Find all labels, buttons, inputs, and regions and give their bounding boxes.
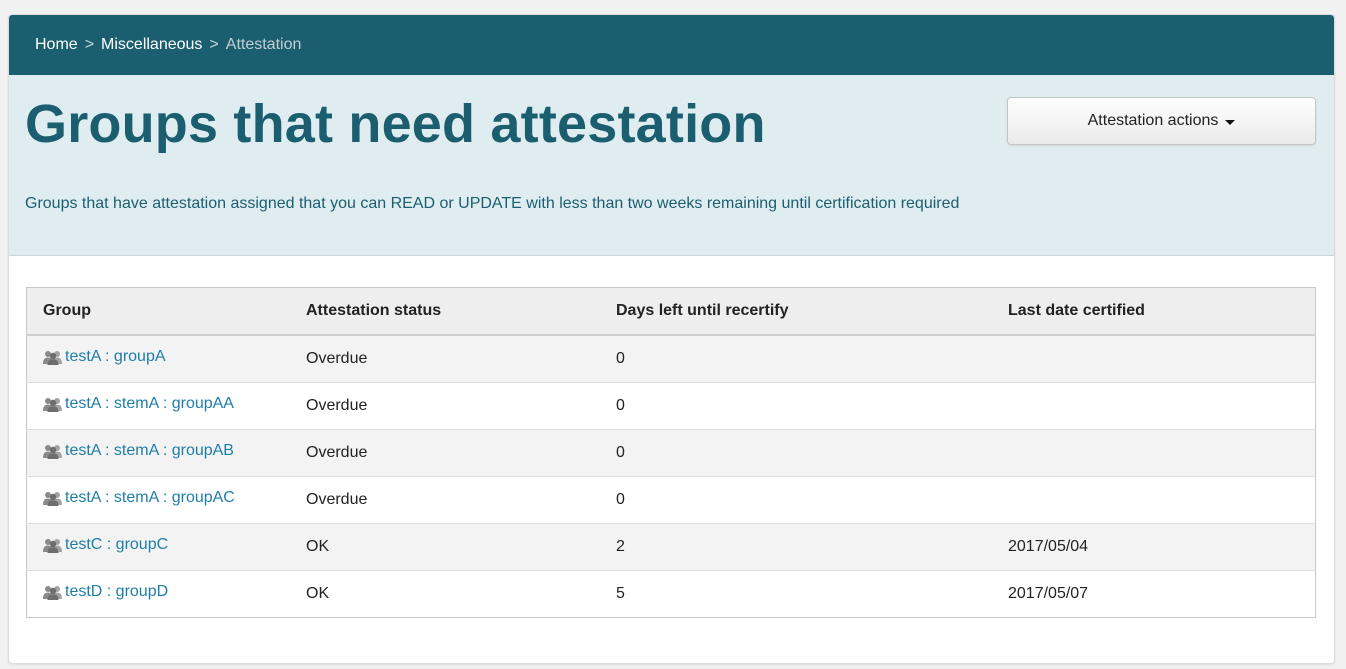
table-row: testC : groupC OK 2 2017/05/04	[26, 523, 1316, 571]
breadcrumb: Home > Miscellaneous > Attestation	[9, 15, 1334, 75]
cell-days-left: 0	[600, 382, 992, 430]
groups-table: Group Attestation status Days left until…	[26, 287, 1316, 618]
page-description: Groups that have attestation assigned th…	[25, 195, 960, 212]
cell-days-left: 0	[600, 334, 992, 383]
column-header-last-date-certified: Last date certified	[992, 287, 1316, 336]
cell-attestation-status: OK	[290, 570, 600, 618]
group-link[interactable]: testD : groupD	[42, 583, 168, 601]
cell-last-date-certified	[992, 429, 1316, 477]
group-icon	[42, 584, 64, 600]
group-link-label: testD : groupD	[65, 583, 169, 600]
cell-attestation-status: OK	[290, 523, 600, 571]
cell-group: testA : stemA : groupAB	[26, 429, 290, 477]
breadcrumb-separator: >	[84, 36, 95, 53]
page-title: Groups that need attestation	[25, 94, 766, 154]
attestation-actions-label: Attestation actions	[1087, 112, 1219, 129]
attestation-card: Home > Miscellaneous > Attestation Group…	[8, 14, 1335, 664]
table-row: testA : stemA : groupAC Overdue 0	[26, 476, 1316, 524]
cell-group: testA : stemA : groupAA	[26, 382, 290, 430]
breadcrumb-miscellaneous-link[interactable]: Miscellaneous	[101, 36, 202, 54]
table-row: testA : groupA Overdue 0	[26, 334, 1316, 383]
group-link-label: testC : groupC	[65, 536, 169, 553]
cell-group: testA : stemA : groupAC	[26, 476, 290, 524]
cell-last-date-certified: 2017/05/07	[992, 570, 1316, 618]
cell-group: testD : groupD	[26, 570, 290, 618]
group-link[interactable]: testA : stemA : groupAA	[42, 395, 234, 413]
cell-attestation-status: Overdue	[290, 476, 600, 524]
group-link-label: testA : stemA : groupAA	[65, 395, 234, 412]
cell-group: testC : groupC	[26, 523, 290, 571]
groups-table-container: Group Attestation status Days left until…	[26, 287, 1316, 618]
group-link-label: testA : stemA : groupAC	[65, 489, 235, 506]
group-icon	[42, 443, 64, 459]
cell-days-left: 5	[600, 570, 992, 618]
attestation-actions-button[interactable]: Attestation actions	[1007, 97, 1316, 145]
group-icon	[42, 490, 64, 506]
page-header: Groups that need attestation Attestation…	[9, 75, 1334, 256]
group-link[interactable]: testA : groupA	[42, 348, 166, 366]
table-row: testA : stemA : groupAA Overdue 0	[26, 382, 1316, 430]
cell-days-left: 0	[600, 429, 992, 477]
breadcrumb-current: Attestation	[225, 36, 302, 53]
group-link[interactable]: testA : stemA : groupAB	[42, 442, 234, 460]
group-icon	[42, 349, 64, 365]
group-icon	[42, 396, 64, 412]
cell-days-left: 2	[600, 523, 992, 571]
group-link-label: testA : stemA : groupAB	[65, 442, 234, 459]
cell-group: testA : groupA	[26, 334, 290, 383]
table-header-row: Group Attestation status Days left until…	[26, 287, 1316, 336]
cell-last-date-certified: 2017/05/04	[992, 523, 1316, 571]
column-header-group: Group	[26, 287, 290, 336]
group-link-label: testA : groupA	[65, 348, 166, 365]
cell-attestation-status: Overdue	[290, 382, 600, 430]
table-row: testD : groupD OK 5 2017/05/07	[26, 570, 1316, 618]
group-link[interactable]: testC : groupC	[42, 536, 168, 554]
caret-down-icon	[1225, 119, 1236, 125]
cell-last-date-certified	[992, 476, 1316, 524]
cell-last-date-certified	[992, 382, 1316, 430]
cell-attestation-status: Overdue	[290, 429, 600, 477]
breadcrumb-separator: >	[209, 36, 219, 53]
group-link[interactable]: testA : stemA : groupAC	[42, 489, 235, 507]
breadcrumb-home-link[interactable]: Home	[35, 36, 78, 54]
groups-table-body: testA : groupA Overdue 0 testA : stemA : gr…	[26, 334, 1316, 618]
column-header-days-left: Days left until recertify	[600, 287, 992, 336]
cell-attestation-status: Overdue	[290, 334, 600, 383]
group-icon	[42, 537, 64, 553]
table-row: testA : stemA : groupAB Overdue 0	[26, 429, 1316, 477]
column-header-attestation-status: Attestation status	[290, 287, 600, 336]
cell-days-left: 0	[600, 476, 992, 524]
cell-last-date-certified	[992, 334, 1316, 383]
